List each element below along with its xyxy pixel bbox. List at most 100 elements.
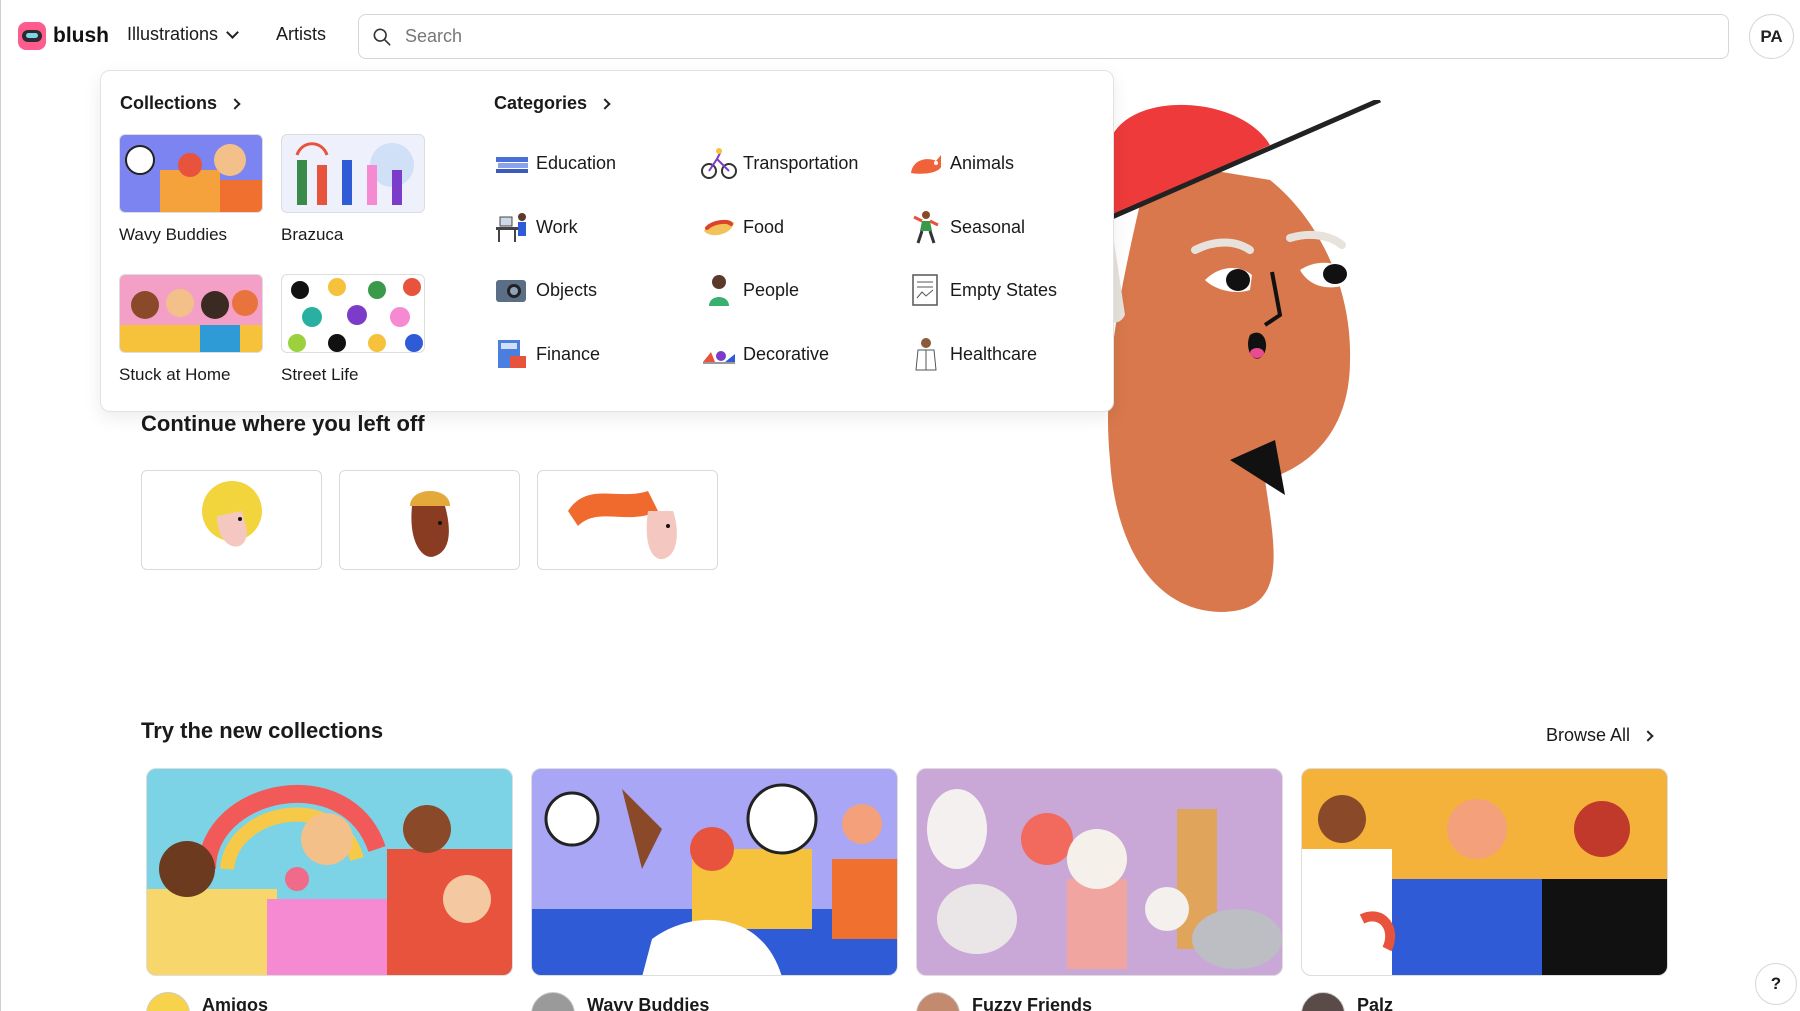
- hotdog-icon: [704, 219, 734, 236]
- chevron-right-icon: [599, 97, 611, 110]
- dancing-person-icon: [913, 211, 939, 244]
- cat-icon: [911, 155, 941, 174]
- continue-thumb-3: [568, 491, 677, 560]
- category-objects[interactable]: Objects: [494, 272, 597, 308]
- collections-heading-label: Collections: [120, 93, 218, 113]
- collection-card-wavy-buddies[interactable]: [531, 768, 898, 976]
- collection-item-street-life[interactable]: Street Life: [281, 274, 425, 385]
- collections-heading[interactable]: Collections: [120, 93, 241, 114]
- brand-name: blush: [53, 24, 109, 47]
- collection-label: Street Life: [281, 365, 359, 384]
- window-edge: [0, 0, 1, 1011]
- doctor-icon: [915, 338, 937, 371]
- search-input[interactable]: [405, 26, 1728, 47]
- top-nav: blush Illustrations Artists PA: [0, 0, 1800, 74]
- continue-thumb-2: [410, 491, 450, 557]
- category-label: People: [743, 279, 800, 300]
- artist-avatar: [146, 992, 190, 1011]
- wavy-buddies-artwork: [532, 783, 897, 975]
- category-work[interactable]: Work: [494, 209, 578, 245]
- collection-name: Palz: [1357, 994, 1394, 1011]
- chevron-right-icon: [1642, 729, 1654, 742]
- category-seasonal[interactable]: Seasonal: [908, 209, 1025, 245]
- collection-footer-amigos[interactable]: Amigos: [146, 988, 268, 1011]
- category-food[interactable]: Food: [701, 209, 784, 245]
- artist-avatar: [531, 992, 575, 1011]
- continue-card-3[interactable]: [537, 470, 718, 570]
- chevron-right-icon: [229, 97, 241, 110]
- collection-label: Stuck at Home: [119, 365, 231, 384]
- collection-card-palz[interactable]: [1301, 768, 1668, 976]
- new-collections-title: Try the new collections: [141, 718, 384, 743]
- person-icon: [709, 275, 729, 306]
- continue-thumb-1: [202, 481, 262, 547]
- categories-heading-label: Categories: [494, 93, 588, 113]
- category-label: Objects: [536, 279, 598, 300]
- category-label: Healthcare: [950, 343, 1038, 364]
- category-label: Finance: [536, 343, 601, 364]
- books-icon: [496, 157, 528, 173]
- collection-name: Wavy Buddies: [587, 994, 710, 1011]
- category-label: Animals: [950, 152, 1015, 173]
- blush-logo-icon: [18, 22, 46, 50]
- hero-illustration: [1104, 100, 1381, 612]
- category-label: Transportation: [743, 152, 859, 173]
- nav-artists-link[interactable]: Artists: [276, 24, 326, 45]
- nav-illustrations-label: Illustrations: [127, 24, 219, 44]
- category-label: Decorative: [743, 343, 830, 364]
- category-healthcare[interactable]: Healthcare: [908, 336, 1037, 372]
- illustrations-dropdown: Collections Wavy Buddies Brazuca Stuck a…: [100, 70, 1114, 412]
- collection-item-brazuca[interactable]: Brazuca: [281, 134, 425, 245]
- continue-section-title: Continue where you left off: [141, 411, 425, 436]
- category-label: Empty States: [950, 279, 1058, 300]
- category-transportation[interactable]: Transportation: [701, 145, 858, 181]
- category-education[interactable]: Education: [494, 145, 616, 181]
- categories-heading[interactable]: Categories: [494, 93, 611, 114]
- collection-label: Wavy Buddies: [119, 225, 228, 244]
- calculator-icon: [498, 340, 526, 368]
- artist-avatar: [916, 992, 960, 1011]
- collection-label: Brazuca: [281, 225, 344, 244]
- search-icon: [373, 28, 391, 45]
- continue-card-1[interactable]: [141, 470, 322, 570]
- document-icon: [912, 274, 938, 306]
- category-animals[interactable]: Animals: [908, 145, 1014, 181]
- category-label: Food: [743, 216, 785, 237]
- collection-item-stuck-at-home[interactable]: Stuck at Home: [119, 274, 263, 385]
- browse-all-label: Browse All: [1546, 725, 1631, 745]
- collection-footer-palz[interactable]: Palz: [1301, 988, 1393, 1011]
- brazuca-thumb: [281, 134, 425, 213]
- collection-footer-wavy-buddies[interactable]: Wavy Buddies: [531, 988, 709, 1011]
- collection-name: Amigos: [202, 994, 269, 1011]
- category-empty-states[interactable]: Empty States: [908, 272, 1057, 308]
- camera-icon: [496, 280, 526, 302]
- category-label: Work: [536, 216, 578, 237]
- artist-avatar: [1301, 992, 1345, 1011]
- category-decorative[interactable]: Decorative: [701, 336, 829, 372]
- collection-item-wavy-buddies[interactable]: Wavy Buddies: [119, 134, 263, 245]
- stuck-at-home-thumb: [119, 274, 263, 353]
- fuzzy-friends-artwork: [927, 789, 1282, 969]
- collection-card-fuzzy-friends[interactable]: [916, 768, 1283, 976]
- brand-logo[interactable]: blush: [18, 22, 109, 50]
- wavy-buddies-thumb: [119, 134, 263, 213]
- amigos-artwork: [147, 784, 512, 975]
- collection-card-amigos[interactable]: [146, 768, 513, 976]
- bicycle-icon: [701, 148, 737, 179]
- browse-all-link[interactable]: Browse All: [1546, 725, 1654, 746]
- palz-artwork: [1302, 795, 1667, 975]
- chevron-down-icon: [226, 25, 239, 39]
- search-bar[interactable]: [358, 14, 1729, 59]
- category-label: Education: [536, 152, 617, 173]
- continue-card-2[interactable]: [339, 470, 520, 570]
- category-label: Seasonal: [950, 216, 1026, 237]
- category-finance[interactable]: Finance: [494, 336, 600, 372]
- street-life-thumb: [281, 274, 425, 353]
- help-button[interactable]: ?: [1755, 963, 1797, 1005]
- collection-footer-fuzzy-friends[interactable]: Fuzzy Friends: [916, 988, 1092, 1011]
- desk-worker-icon: [496, 213, 526, 242]
- category-people[interactable]: People: [701, 272, 799, 308]
- decorative-icon: [703, 351, 735, 364]
- user-avatar-button[interactable]: PA: [1749, 14, 1794, 59]
- nav-illustrations-menu[interactable]: Illustrations: [127, 24, 239, 45]
